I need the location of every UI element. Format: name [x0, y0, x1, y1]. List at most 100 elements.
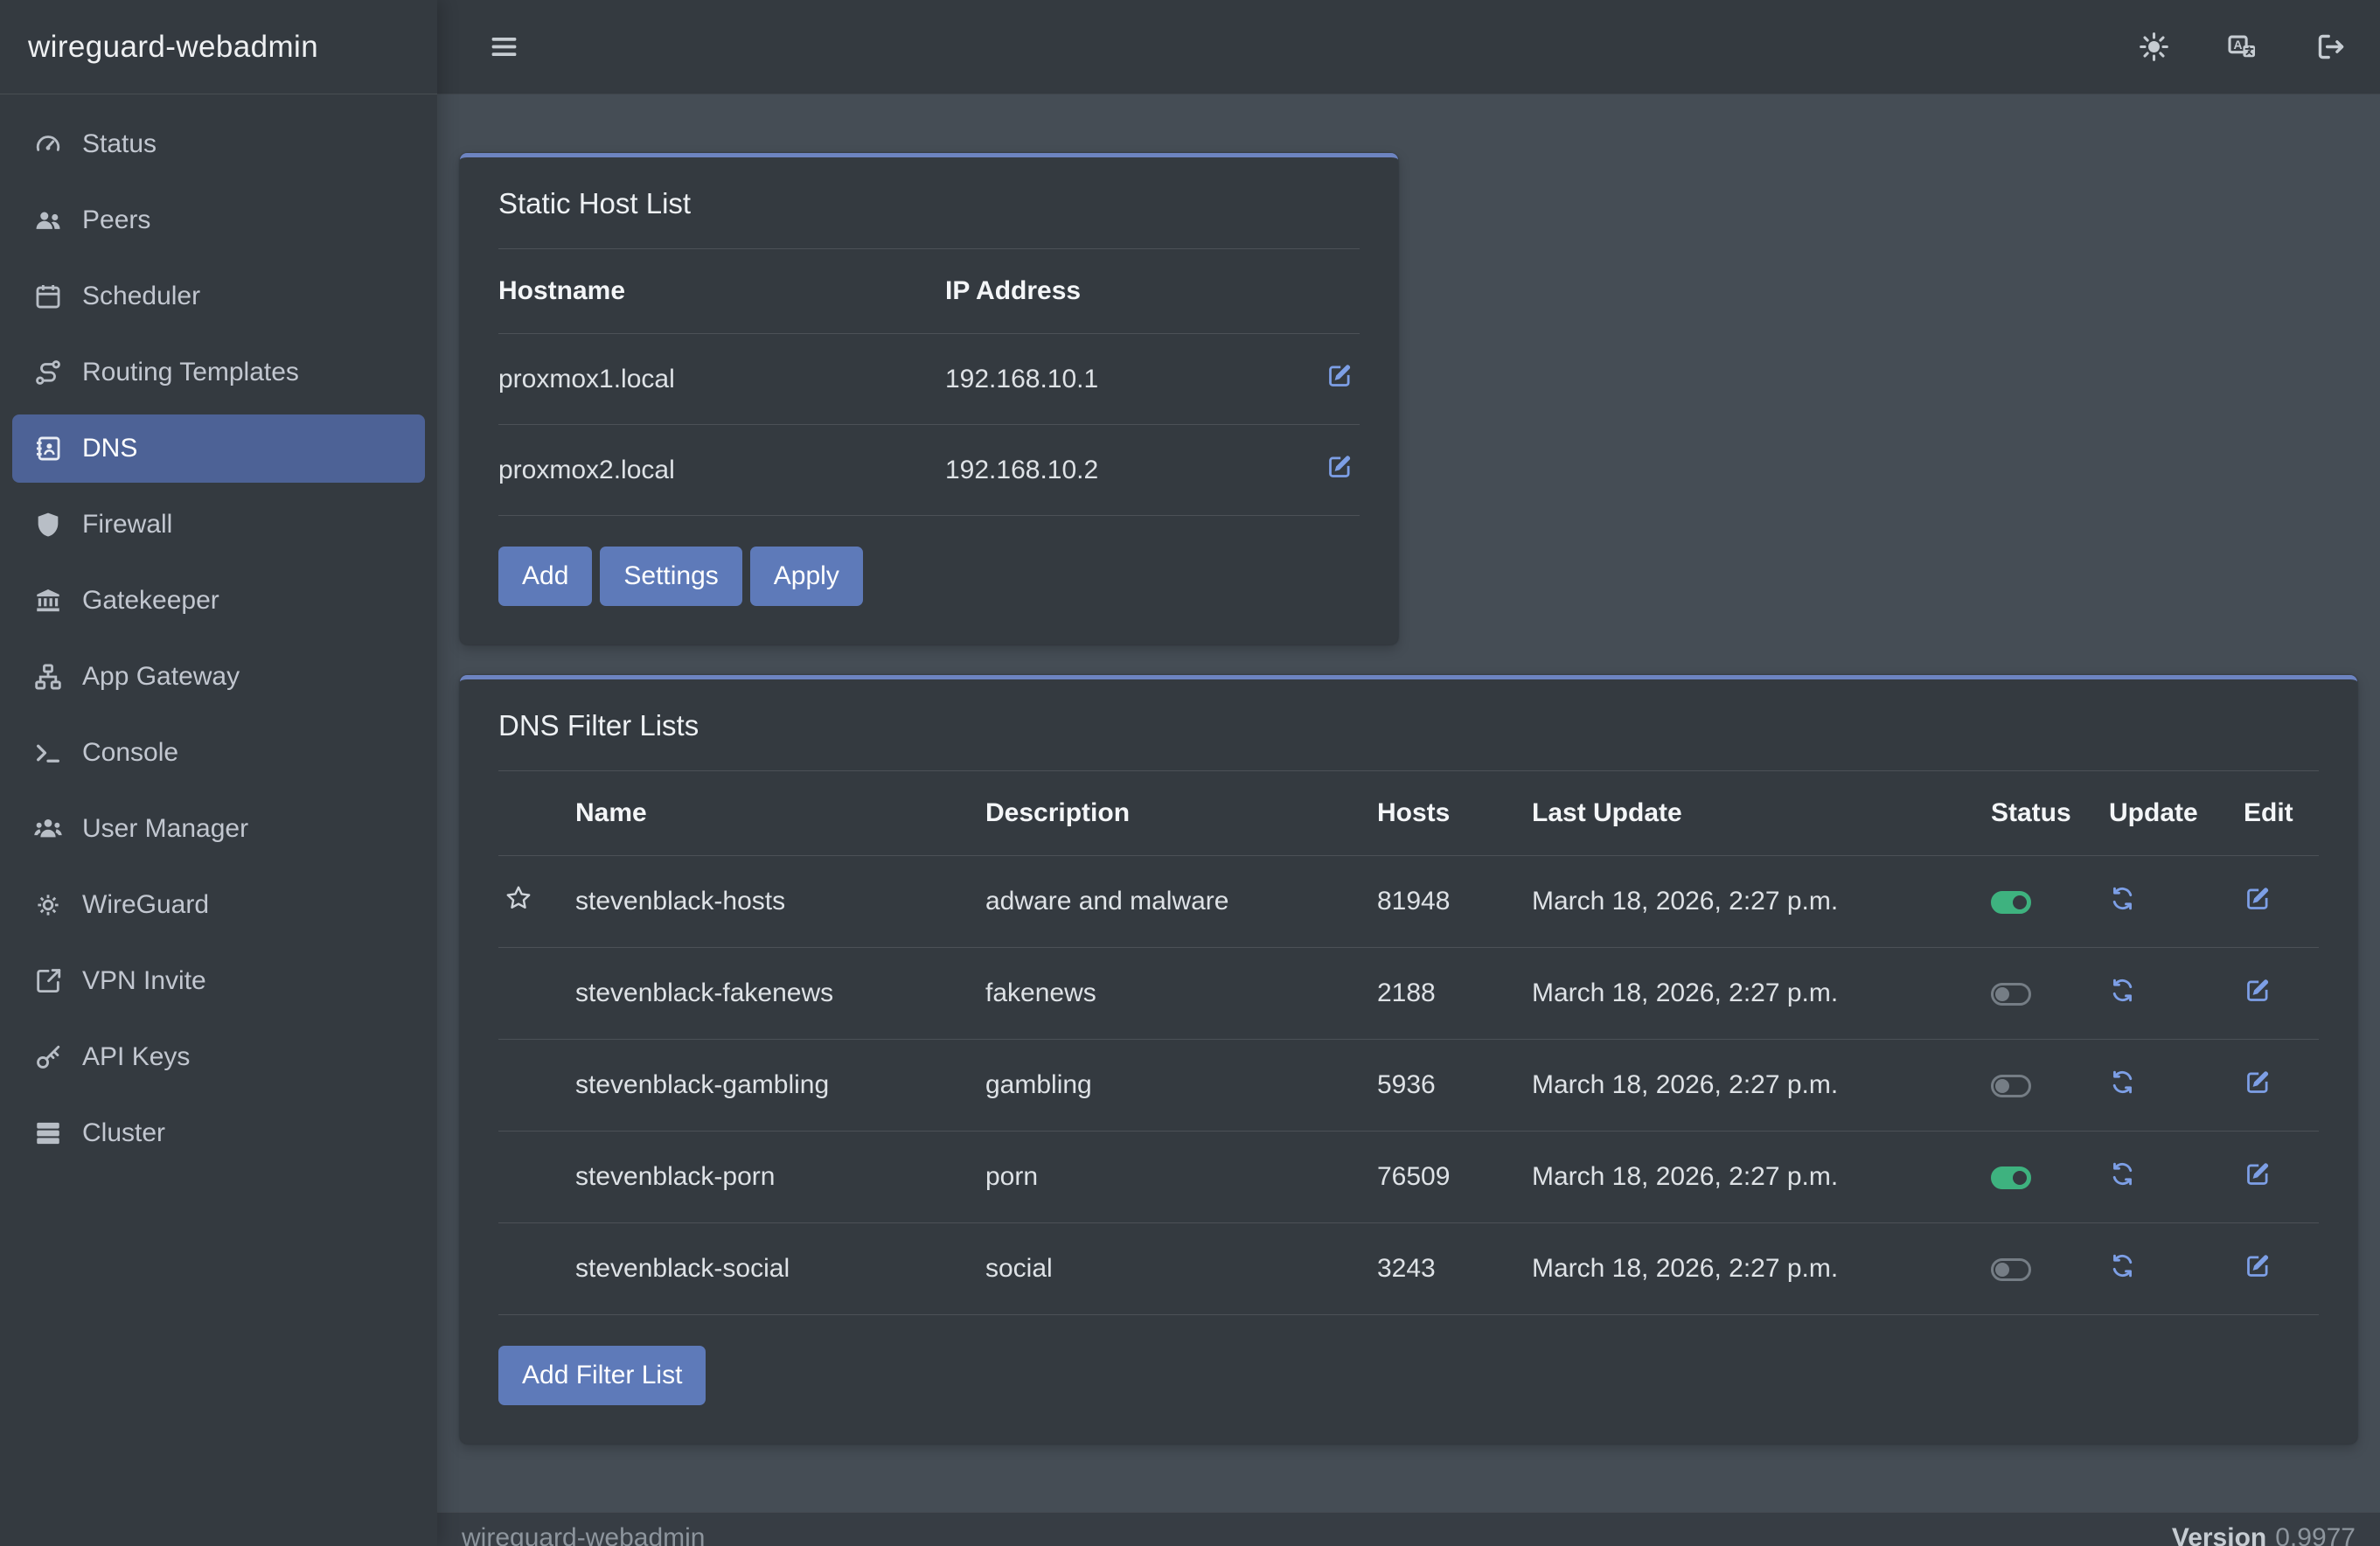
- edit-icon: [1326, 361, 1354, 390]
- static-host-table: Hostname IP Address proxmox1.local 192.1…: [498, 248, 1360, 516]
- tachometer-icon: [33, 129, 82, 159]
- hostname-cell: proxmox1.local: [498, 334, 945, 425]
- sun-icon: [2138, 31, 2170, 63]
- dns-filter-lists-card: DNS Filter Lists Name Description Hosts …: [460, 675, 2357, 1444]
- table-header-row: Hostname IP Address: [498, 249, 1360, 334]
- status-toggle[interactable]: [1991, 1075, 2031, 1097]
- column-header-update: Update: [2109, 771, 2244, 856]
- add-filter-list-button[interactable]: Add Filter List: [498, 1346, 706, 1405]
- shield-icon: [33, 510, 82, 540]
- sidebar-item-gatekeeper[interactable]: Gatekeeper: [12, 567, 425, 635]
- sidebar-item-wireguard[interactable]: WireGuard: [12, 871, 425, 939]
- sidebar-item-routing-templates[interactable]: Routing Templates: [12, 338, 425, 407]
- favorite-star-icon[interactable]: [504, 883, 533, 913]
- edit-filter-button[interactable]: [2244, 976, 2272, 1005]
- brand-link[interactable]: wireguard-webadmin: [0, 0, 437, 94]
- language-button[interactable]: [2226, 31, 2258, 63]
- host-row: proxmox2.local 192.168.10.2: [498, 425, 1360, 516]
- key-icon: [33, 1042, 82, 1072]
- filter-description-cell: adware and malware: [985, 856, 1377, 948]
- status-toggle[interactable]: [1991, 891, 2031, 914]
- sidebar-item-label: VPN Invite: [82, 966, 206, 996]
- sidebar-item-vpn-invite[interactable]: VPN Invite: [12, 947, 425, 1015]
- column-header-description: Description: [985, 771, 1377, 856]
- edit-filter-button[interactable]: [2244, 1160, 2272, 1188]
- filter-list-row: stevenblack-gambling gambling 5936 March…: [498, 1040, 2319, 1132]
- hostname-cell: proxmox2.local: [498, 425, 945, 516]
- sidebar-item-dns[interactable]: DNS: [12, 414, 425, 483]
- sidebar-item-label: Firewall: [82, 510, 172, 540]
- sidebar-item-peers[interactable]: Peers: [12, 186, 425, 254]
- topbar: [437, 0, 2380, 94]
- update-filter-button[interactable]: [2109, 1160, 2136, 1187]
- add-host-button[interactable]: Add: [498, 547, 592, 606]
- refresh-icon: [2109, 1069, 2136, 1096]
- column-header-edit: Edit: [2244, 771, 2319, 856]
- filter-name-cell: stevenblack-porn: [575, 1132, 985, 1223]
- menu-toggle-button[interactable]: [488, 31, 520, 63]
- sidebar-item-scheduler[interactable]: Scheduler: [12, 262, 425, 331]
- edit-host-button[interactable]: [1326, 361, 1354, 390]
- status-toggle[interactable]: [1991, 1166, 2031, 1189]
- dns-filter-lists-title: DNS Filter Lists: [460, 679, 2357, 770]
- update-filter-button[interactable]: [2109, 1069, 2136, 1096]
- filter-last-update-cell: March 18, 2026, 2:27 p.m.: [1532, 1040, 1991, 1132]
- edit-filter-button[interactable]: [2244, 884, 2272, 913]
- filter-description-cell: porn: [985, 1132, 1377, 1223]
- apply-button[interactable]: Apply: [750, 547, 863, 606]
- sidebar-item-label: Cluster: [82, 1118, 165, 1148]
- static-host-list-body: Hostname IP Address proxmox1.local 192.1…: [460, 248, 1398, 644]
- column-header-actions: [1312, 249, 1360, 334]
- filter-description-cell: fakenews: [985, 948, 1377, 1040]
- edit-icon: [1326, 452, 1354, 481]
- sidebar-item-label: Status: [82, 129, 157, 159]
- sign-out-button[interactable]: [2314, 31, 2347, 63]
- footer: wireguard-webadmin Version 0.9977: [437, 1512, 2380, 1546]
- edit-filter-button[interactable]: [2244, 1251, 2272, 1280]
- edit-icon: [2244, 1068, 2272, 1097]
- calendar-icon: [33, 282, 82, 311]
- edit-filter-button[interactable]: [2244, 1068, 2272, 1097]
- refresh-icon: [2109, 1252, 2136, 1279]
- sidebar-item-label: Console: [82, 738, 178, 768]
- sidebar-item-app-gateway[interactable]: App Gateway: [12, 643, 425, 711]
- filter-list-row: stevenblack-social social 3243 March 18,…: [498, 1223, 2319, 1315]
- filter-list-row: stevenblack-fakenews fakenews 2188 March…: [498, 948, 2319, 1040]
- sidebar-item-cluster[interactable]: Cluster: [12, 1099, 425, 1167]
- edit-icon: [2244, 976, 2272, 1005]
- ip-address-cell: 192.168.10.1: [945, 334, 1312, 425]
- edit-icon: [2244, 1251, 2272, 1280]
- sidebar-item-firewall[interactable]: Firewall: [12, 491, 425, 559]
- menu-icon: [488, 31, 520, 63]
- route-icon: [33, 358, 82, 387]
- theme-toggle-button[interactable]: [2138, 31, 2170, 63]
- status-toggle[interactable]: [1991, 1258, 2031, 1281]
- footer-version: Version 0.9977: [2172, 1523, 2356, 1546]
- update-filter-button[interactable]: [2109, 885, 2136, 912]
- terminal-icon: [33, 738, 82, 768]
- update-filter-button[interactable]: [2109, 1252, 2136, 1279]
- main-content: Static Host List Hostname IP Address pro…: [437, 94, 2380, 1474]
- ip-address-cell: 192.168.10.2: [945, 425, 1312, 516]
- edit-host-button[interactable]: [1326, 452, 1354, 481]
- sidebar-item-console[interactable]: Console: [12, 719, 425, 787]
- sidebar-item-label: Peers: [82, 205, 150, 235]
- sidebar-item-label: App Gateway: [82, 662, 240, 692]
- sidebar-item-api-keys[interactable]: API Keys: [12, 1023, 425, 1091]
- static-host-list-title: Static Host List: [460, 157, 1398, 248]
- sidebar-item-label: DNS: [82, 434, 137, 463]
- column-header-favorite: [498, 771, 575, 856]
- sidebar-item-label: Routing Templates: [82, 358, 299, 387]
- sidebar-item-label: Gatekeeper: [82, 586, 219, 616]
- building-columns-icon: [33, 586, 82, 616]
- sidebar-item-status[interactable]: Status: [12, 110, 425, 178]
- filter-description-cell: gambling: [985, 1040, 1377, 1132]
- update-filter-button[interactable]: [2109, 977, 2136, 1004]
- language-icon: [2226, 31, 2258, 63]
- settings-button[interactable]: Settings: [600, 547, 741, 606]
- sidebar-item-user-manager[interactable]: User Manager: [12, 795, 425, 863]
- version-value: 0.9977: [2275, 1523, 2356, 1546]
- sign-out-icon: [2314, 31, 2347, 63]
- status-toggle[interactable]: [1991, 983, 2031, 1006]
- sidebar-nav: Status Peers Scheduler Routing Templates…: [0, 94, 437, 1191]
